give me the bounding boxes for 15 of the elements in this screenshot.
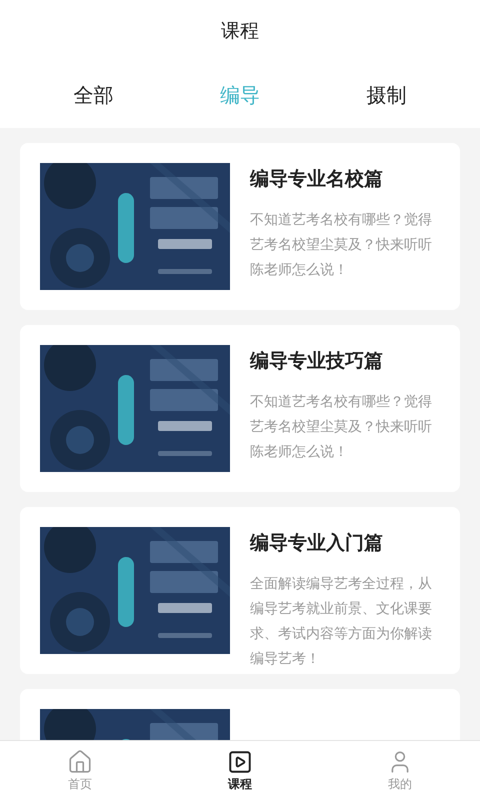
course-title: 编导专业入门篇 bbox=[250, 531, 384, 556]
course-title: 编导专业技巧篇 bbox=[250, 349, 384, 374]
course-card[interactable]: 编导专业入门篇 全面解读编导艺考全过程，从编导艺考就业前景、文化课要求、考试内容等方面为你解读编导艺考！ bbox=[20, 507, 460, 674]
play-icon bbox=[227, 748, 253, 774]
course-description: 不知道艺考名校有哪些？觉得艺考名校望尘莫及？快来听听陈老师怎么说！ bbox=[250, 392, 433, 462]
course-description: 不知道艺考名校有哪些？觉得艺考名校望尘莫及？快来听听陈老师怎么说！ bbox=[250, 210, 433, 280]
category-tab[interactable]: 摄制 bbox=[358, 80, 415, 110]
nav-tab[interactable]: 课程 bbox=[227, 748, 253, 792]
course-description: 全面解读编导艺考全过程，从编导艺考就业前景、文化课要求、考试内容等方面为你解读编导艺考！ bbox=[250, 574, 433, 668]
page-title: 课程 bbox=[221, 18, 259, 44]
course-title: 编导专业名校篇 bbox=[250, 167, 384, 192]
course-card[interactable]: 编导专业技巧篇 不知道艺考名校有哪些？觉得艺考名校望尘莫及？快来听听陈老师怎么说！ bbox=[20, 325, 460, 492]
category-tab[interactable]: 全部 bbox=[65, 80, 122, 110]
home-icon bbox=[67, 748, 93, 774]
course-card[interactable]: 编导专业名校篇 不知道艺考名校有哪些？觉得艺考名校望尘莫及？快来听听陈老师怎么说！ bbox=[20, 143, 460, 310]
